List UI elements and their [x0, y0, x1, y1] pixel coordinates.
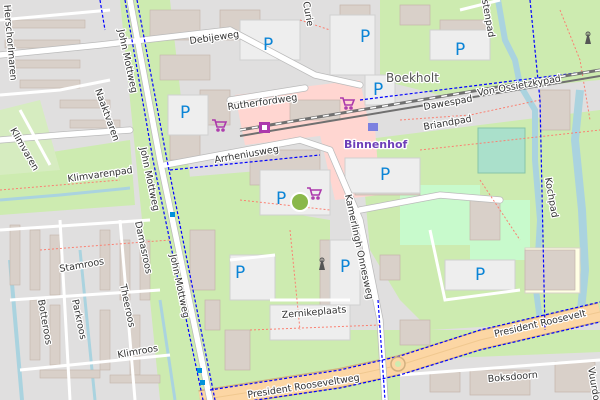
parking-icon[interactable]: P: [380, 165, 390, 185]
railway-station-icon[interactable]: [368, 123, 378, 131]
parking-icon[interactable]: P: [360, 27, 370, 47]
bus-stop-icon[interactable]: [197, 368, 202, 373]
sports-pitch: [477, 127, 526, 174]
park-poi-icon[interactable]: [290, 192, 310, 212]
map-canvas[interactable]: P P P P P P P P P P Boekholt Binnenhof D…: [0, 0, 600, 400]
roundabout-center: [395, 361, 401, 367]
parking-icon[interactable]: P: [373, 80, 383, 100]
parking-icon[interactable]: P: [475, 265, 485, 285]
bus-stop-icon[interactable]: [170, 212, 175, 217]
bank-icon[interactable]: [259, 122, 270, 133]
station-label: Binnenhof: [344, 138, 407, 151]
parking-icon[interactable]: P: [235, 263, 245, 283]
map-view[interactable]: P P P P P P P P P P Boekholt Binnenhof D…: [0, 0, 600, 400]
parking-icon[interactable]: P: [340, 257, 350, 277]
parking-icon[interactable]: P: [180, 103, 190, 123]
parking-icon[interactable]: P: [263, 35, 273, 55]
district-label: Boekholt: [386, 71, 439, 85]
parking-icon[interactable]: P: [455, 40, 465, 60]
bus-stop-icon[interactable]: [200, 380, 205, 385]
parking-icon[interactable]: P: [276, 189, 286, 209]
